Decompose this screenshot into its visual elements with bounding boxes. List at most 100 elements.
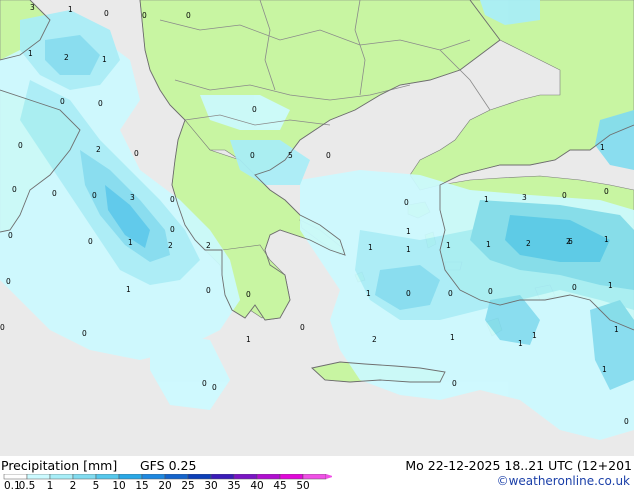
map-value-label: 6 [568,237,573,246]
legend-swatch [279,474,304,480]
legend-label: 2 [70,480,77,490]
map-value-label: 0 [186,11,191,20]
legend-swatch [3,474,28,480]
legend: 0.10.5 1 2 5 10 15 20 25 30 35 40 45 50 [3,474,332,490]
legend-label: 35 [227,480,240,490]
map-value-label: 0 [202,379,207,388]
legend-label: 20 [158,480,171,490]
map-value-label: 1 [608,281,613,290]
map-value-label: 1 [128,238,133,247]
map-value-label: 0 [88,237,93,246]
legend-label: 5 [93,480,100,490]
legend-label: 15 [135,480,148,490]
legend-label: 45 [273,480,286,490]
map-value-label: 0 [252,105,257,114]
map-value-label: 0 [104,9,109,18]
map-value-label: 1 [368,243,373,252]
map-value-label: 0 [170,225,175,234]
map-value-label: 1 [614,325,619,334]
legend-swatch [26,474,51,480]
legend-label: 10 [112,480,125,490]
map-value-label: 0 [82,329,87,338]
map-value-label: 1 [600,143,605,152]
map-value-label: 1 [28,49,33,58]
legend-label: 40 [250,480,263,490]
map-value-label: 0 [250,151,255,160]
map-value-label: 2 [168,241,173,250]
legend-label: 30 [204,480,217,490]
footer: Precipitation [mm] GFS 0.25 Mo 22-12-202… [0,456,634,490]
map-value-label: 1 [126,285,131,294]
map-value-label: 0 [300,323,305,332]
legend-swatch [256,474,281,480]
map-value-label: 0 [170,195,175,204]
map-value-label: 5 [288,151,293,160]
map-value-label: 0 [326,151,331,160]
legend-swatch [302,474,327,480]
map-value-label: 0 [572,283,577,292]
map-value-label: 0 [12,185,17,194]
title-text: Precipitation [mm] [1,458,118,473]
map-value-label: 3 [522,193,527,202]
map-value-label: 1 [450,333,455,342]
timestamp-text: Mo 22-12-2025 18..21 UTC (12+201 [405,458,632,473]
map-value-label: 1 [518,339,523,348]
credit-link[interactable]: ©weatheronline.co.uk [497,474,630,488]
map-value-label: 0 [448,289,453,298]
map-value-label: 0 [452,379,457,388]
legend-swatch [49,474,74,480]
map-value-label: 0 [206,286,211,295]
legend-swatch [233,474,258,480]
legend-swatch [141,474,166,480]
map-value-label: 0 [98,99,103,108]
legend-swatch [210,474,235,480]
map-value-label: 0 [134,149,139,158]
legend-swatch [72,474,97,480]
legend-label: 1 [47,480,54,490]
legend-label: 0.5 [19,480,36,490]
map-value-label: 1 [366,289,371,298]
map-value-label: 2 [64,53,69,62]
legend-swatch [187,474,212,480]
map-value-label: 0 [60,97,65,106]
map-value-label: 0 [404,198,409,207]
map-value-label: 1 [246,335,251,344]
map-value-label: 1 [486,240,491,249]
legend-label: 25 [181,480,194,490]
legend-arrow [326,474,332,479]
map-value-label: 1 [406,245,411,254]
map-value-label: 2 [206,241,211,250]
map-value-label: 2 [526,239,531,248]
model-text: GFS 0.25 [140,458,197,473]
map-value-label: 0 [624,417,629,426]
map-value-label: 0 [52,189,57,198]
map-value-label: 1 [484,195,489,204]
map-value-label: 0 [488,287,493,296]
map-value-label: 3 [130,193,135,202]
map-value-label: 1 [68,5,73,14]
legend-swatch [164,474,189,480]
legend-swatch [95,474,120,480]
precipitation-map: 3 1 0 0 02 110 00000200005 00031 01013000 012 2 111… [0,0,634,456]
map-value-label: 0 [8,231,13,240]
map-value-label: 0 [604,187,609,196]
map-value-label: 0 [18,141,23,150]
legend-label: 50 [296,480,309,490]
legend-swatch [118,474,143,480]
map-value-label: 3 [30,3,35,12]
map-value-label: 1 [102,55,107,64]
map-value-label: 2 [372,335,377,344]
map-value-label: 0 [6,277,11,286]
map-value-label: 1 [532,331,537,340]
map-value-label: 1 [446,241,451,250]
map-value-label: 0 [92,191,97,200]
map-value-label: 0 [0,323,5,332]
map-value-label: 0 [246,290,251,299]
map-value-label: 1 [406,227,411,236]
map-value-label: 0 [562,191,567,200]
map-value-label: 0 [212,383,217,392]
map-value-label: 2 [96,145,101,154]
map-value-label: 1 [602,365,607,374]
map-value-label: 0 [142,11,147,20]
map-value-label: 0 [406,289,411,298]
